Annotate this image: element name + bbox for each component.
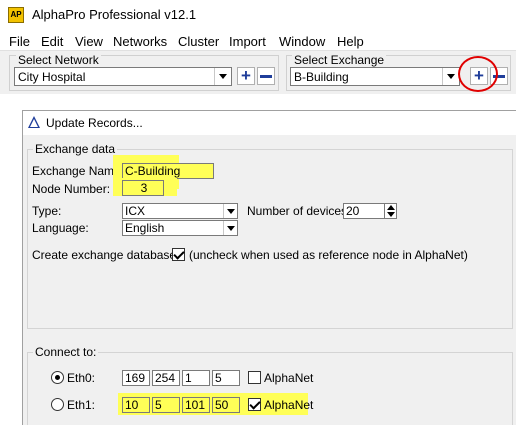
eth0-alphanet-checkbox[interactable] xyxy=(248,371,261,384)
devices-label: Number of devices: xyxy=(247,204,351,218)
exchange-label: Select Exchange xyxy=(292,53,387,67)
eth0-ip-octet-1[interactable]: 169 xyxy=(122,370,150,386)
menu-networks[interactable]: Networks xyxy=(113,34,167,49)
eth1-radio[interactable] xyxy=(51,398,64,411)
eth1-ip-octet-2[interactable]: 5 xyxy=(152,397,180,413)
create-db-checkbox[interactable] xyxy=(172,248,185,261)
eth1-ip-octet-1[interactable]: 10 xyxy=(122,397,150,413)
menu-cluster[interactable]: Cluster xyxy=(178,34,219,49)
menu-file[interactable]: File xyxy=(9,34,30,49)
add-network-button[interactable]: + xyxy=(237,67,255,85)
network-select-value: City Hospital xyxy=(18,70,86,84)
eth1-ip-octet-3[interactable]: 101 xyxy=(182,397,210,413)
minus-icon xyxy=(260,75,272,78)
eth0-radio[interactable] xyxy=(51,371,64,384)
node-number-input[interactable]: 3 xyxy=(122,180,164,196)
remove-network-button[interactable] xyxy=(257,67,275,85)
connect-label: Connect to: xyxy=(33,345,99,359)
eth0-alphanet-label: AlphaNet xyxy=(264,371,314,385)
network-label: Select Network xyxy=(16,53,101,67)
language-select-value: English xyxy=(125,221,165,235)
window-title: AlphaPro Professional v12.1 xyxy=(32,7,197,22)
eth0-ip-octet-4[interactable]: 5 xyxy=(212,370,240,386)
create-db-label: Create exchange database xyxy=(32,248,177,262)
type-select[interactable]: ICX xyxy=(122,203,238,219)
exchange-name-input[interactable]: C-Building xyxy=(122,163,214,179)
type-select-value: ICX xyxy=(125,204,146,218)
eth1-alphanet-label: AlphaNet xyxy=(264,398,314,412)
eth1-label: Eth1: xyxy=(67,398,96,412)
chevron-down-icon[interactable] xyxy=(223,204,237,218)
menu-view[interactable]: View xyxy=(75,34,103,49)
type-label: Type: xyxy=(32,204,62,218)
exchange-select-value: B-Building xyxy=(294,70,349,84)
dialog-title: Update Records... xyxy=(46,116,143,130)
language-label: Language: xyxy=(32,221,89,235)
exchange-name-label: Exchange Name: xyxy=(32,164,125,178)
chevron-down-icon[interactable] xyxy=(214,68,231,85)
language-select[interactable]: English xyxy=(122,220,238,236)
eth0-label: Eth0: xyxy=(67,371,96,385)
network-select[interactable]: City Hospital xyxy=(14,67,232,86)
menu-bar: File Edit View Networks Cluster Import W… xyxy=(0,31,516,51)
annotation-circle xyxy=(458,56,498,92)
create-db-note: (uncheck when used as reference node in … xyxy=(189,248,468,262)
chevron-down-icon[interactable] xyxy=(442,68,459,85)
eth0-ip-octet-3[interactable]: 1 xyxy=(182,370,210,386)
menu-edit[interactable]: Edit xyxy=(41,34,63,49)
eth1-ip-octet-4[interactable]: 50 xyxy=(212,397,240,413)
devices-spinner[interactable] xyxy=(384,203,397,219)
menu-help[interactable]: Help xyxy=(337,34,364,49)
app-logo-icon: AP xyxy=(8,7,24,23)
menu-window[interactable]: Window xyxy=(279,34,325,49)
node-number-label: Node Number: xyxy=(32,182,111,196)
exchange-data-label: Exchange data xyxy=(33,142,118,156)
chevron-down-icon[interactable] xyxy=(223,221,237,235)
exchange-select[interactable]: B-Building xyxy=(290,67,460,86)
warning-icon xyxy=(28,116,40,128)
menu-import[interactable]: Import xyxy=(229,34,266,49)
eth1-alphanet-checkbox[interactable] xyxy=(248,398,261,411)
eth0-ip-octet-2[interactable]: 254 xyxy=(152,370,180,386)
devices-input[interactable]: 20 xyxy=(343,203,385,219)
